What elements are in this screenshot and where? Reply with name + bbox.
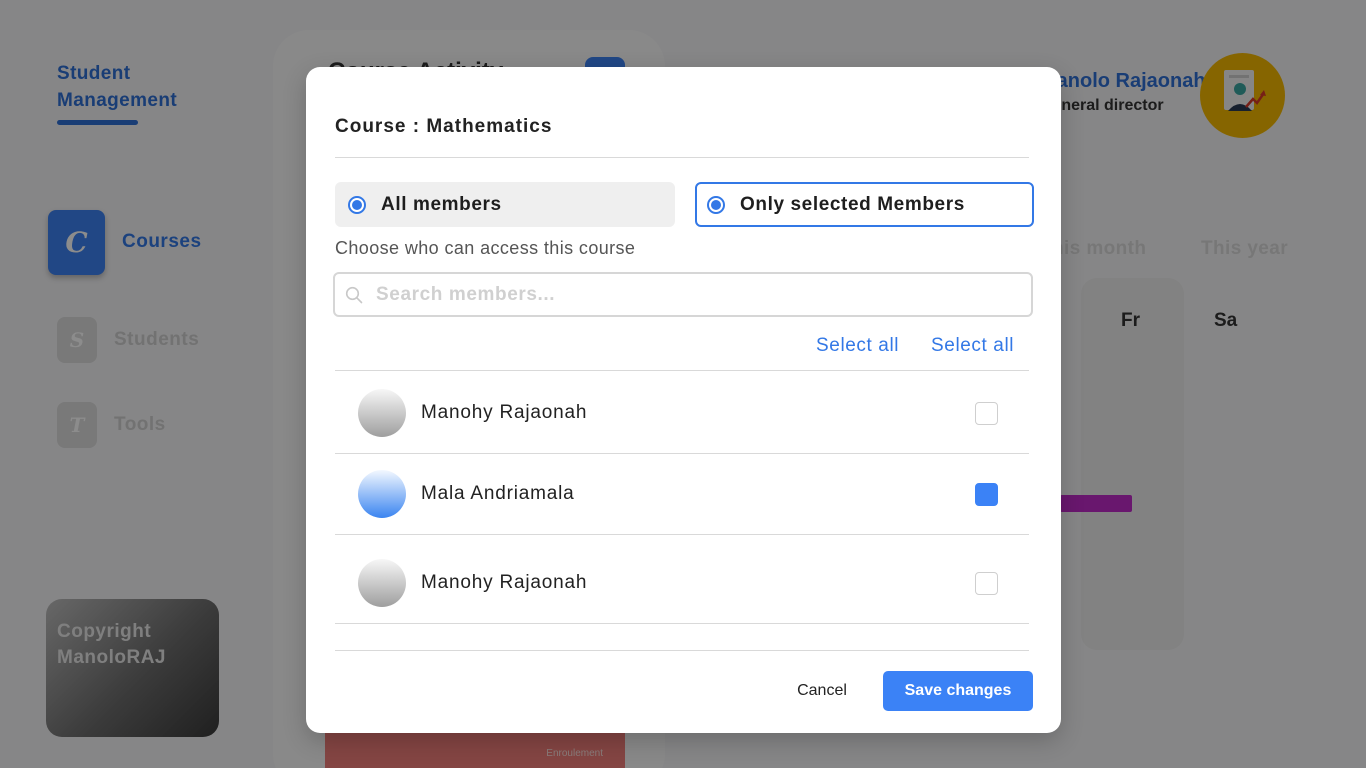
member-checkbox[interactable] (975, 572, 998, 595)
list-item[interactable]: Manohy Rajaonah (335, 389, 1029, 437)
option-all-members[interactable]: All members (335, 182, 675, 227)
divider (335, 534, 1029, 535)
divider (335, 157, 1029, 158)
divider (335, 370, 1029, 371)
member-checkbox[interactable] (975, 402, 998, 425)
access-hint: Choose who can access this course (335, 238, 636, 258)
list-item[interactable]: Mala Andriamala (335, 470, 1029, 518)
radio-button-icon[interactable] (348, 195, 366, 214)
member-name: Manohy Rajaonah (421, 402, 588, 423)
option-label: All members (381, 193, 502, 215)
member-name: Manohy Rajaonah (421, 572, 588, 593)
avatar (358, 559, 406, 607)
option-selected-members[interactable]: Only selected Members (695, 182, 1034, 227)
select-all-link-2[interactable]: Select all (931, 335, 1014, 357)
course-access-dialog: Course : Mathematics All members Only se… (306, 67, 1061, 733)
search-input[interactable] (376, 283, 1016, 306)
save-button[interactable]: Save changes (883, 671, 1033, 711)
option-label: Only selected Members (740, 193, 965, 215)
member-search[interactable] (333, 272, 1033, 317)
avatar (358, 389, 406, 437)
list-item[interactable]: Manohy Rajaonah (335, 559, 1029, 607)
member-name: Mala Andriamala (421, 483, 575, 504)
member-checkbox[interactable] (975, 483, 998, 506)
divider (335, 453, 1029, 454)
footer-divider (335, 650, 1029, 651)
radio-button-icon[interactable] (707, 195, 725, 214)
cancel-button[interactable]: Cancel (784, 671, 860, 711)
dialog-title: Course : Mathematics (335, 116, 553, 137)
divider (335, 623, 1029, 624)
search-icon (345, 286, 363, 303)
select-all-link[interactable]: Select all (816, 335, 899, 357)
avatar (358, 470, 406, 518)
